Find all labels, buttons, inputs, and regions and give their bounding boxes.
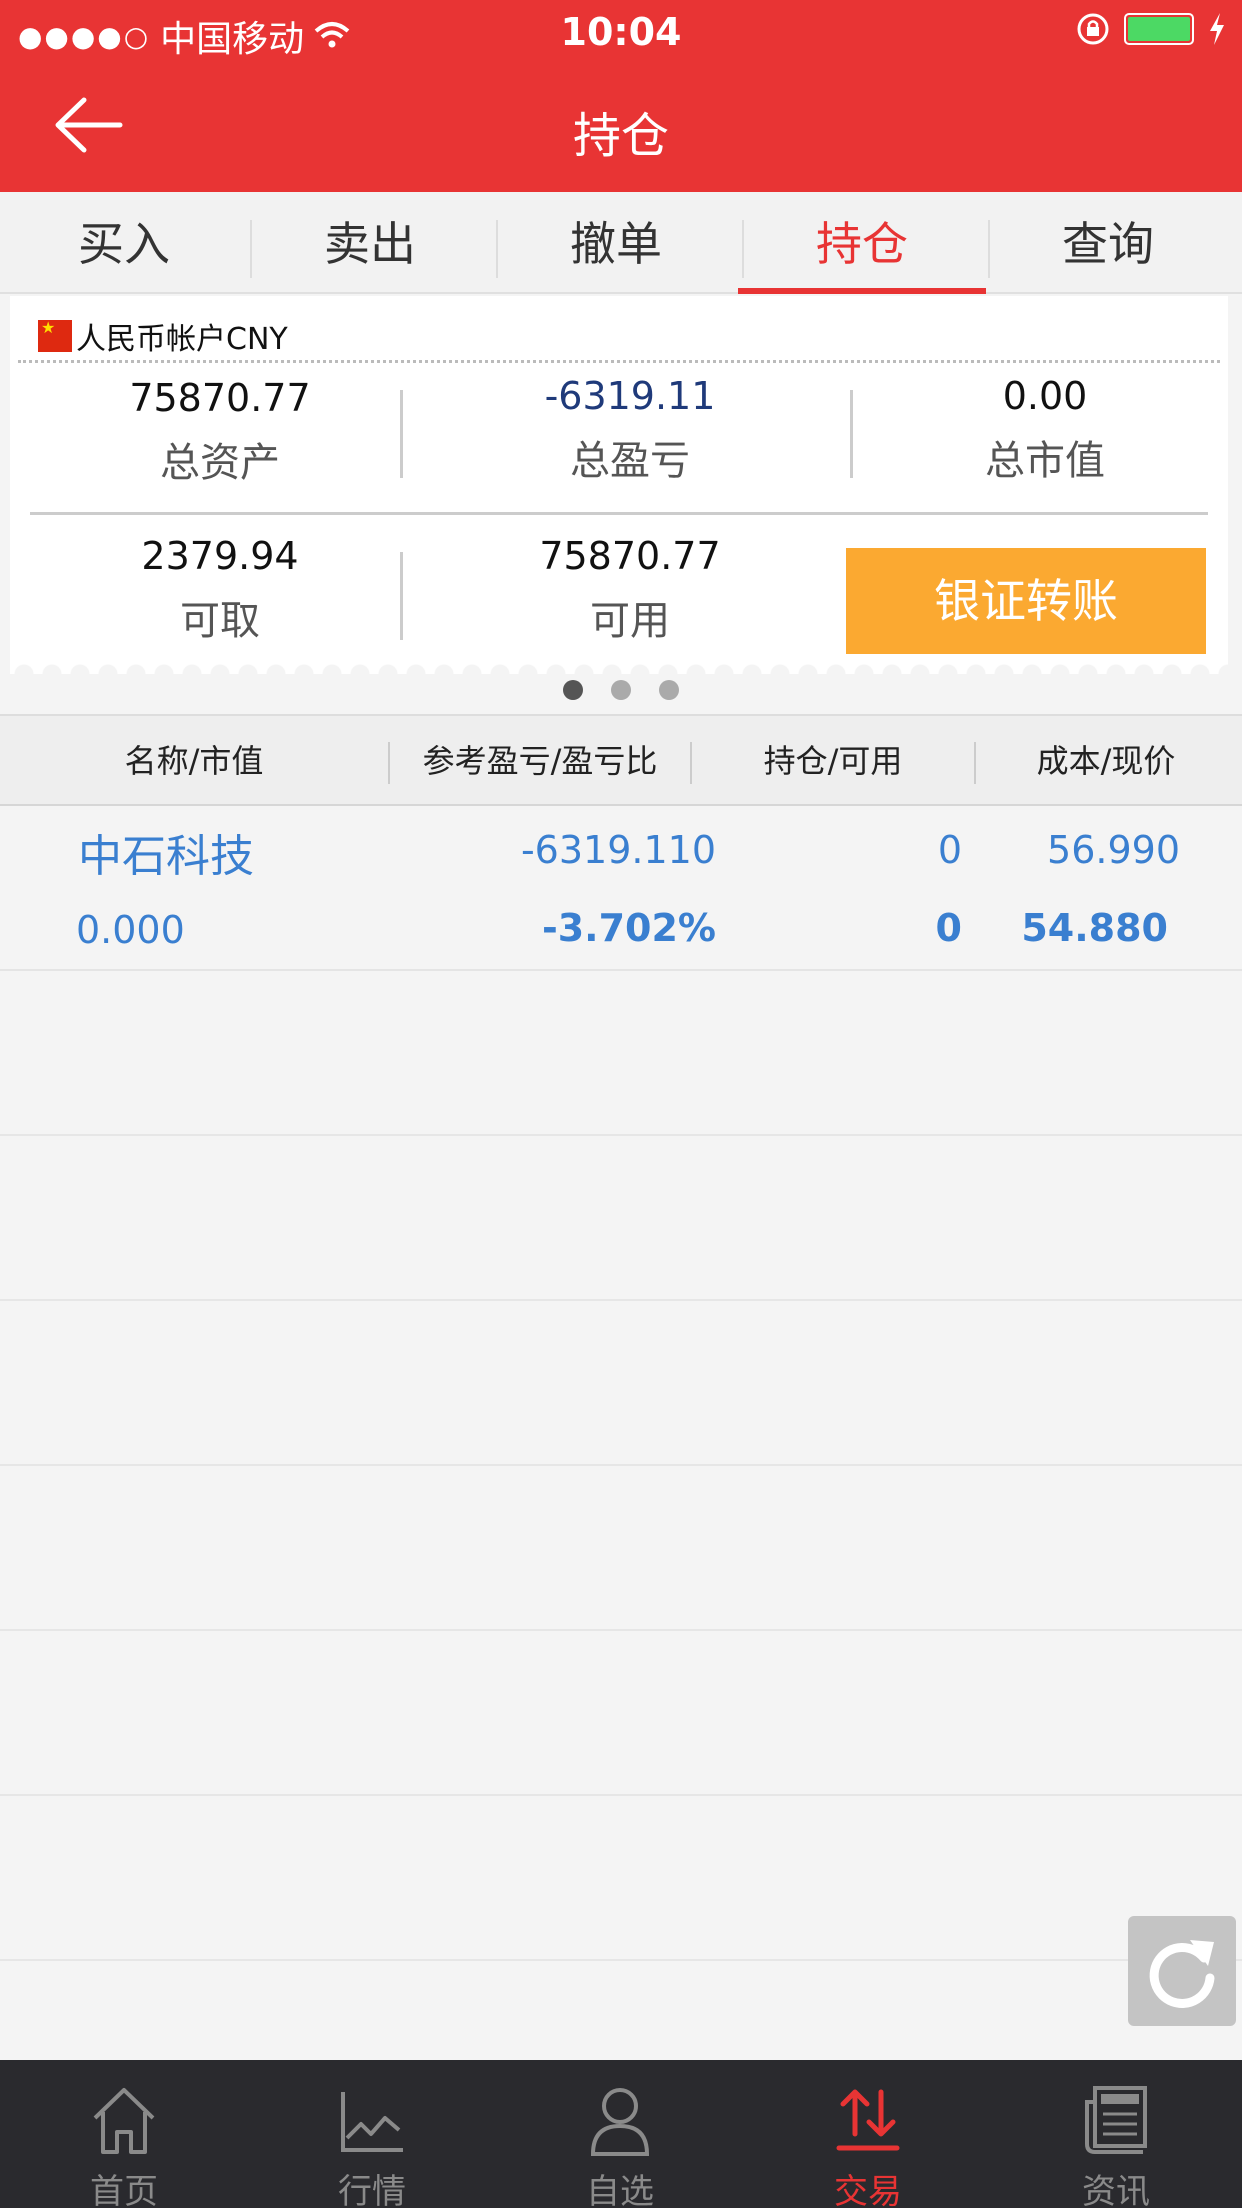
col-position-available: 持仓/可用 (763, 742, 903, 780)
status-time: 10:04 (560, 10, 682, 54)
total-pl-value: -6319.11 (544, 374, 716, 418)
nav-market-label: 行情 (338, 2172, 406, 2208)
col-pl-ratio: 参考盈亏/盈亏比 (422, 742, 658, 780)
refresh-icon (1149, 1940, 1215, 2008)
rotation-lock-icon (1077, 13, 1109, 45)
status-bar: ●●●●○ 中国移动 10:04 (0, 0, 1242, 62)
refresh-button[interactable] (1128, 1916, 1236, 2026)
stock-pl-ratio: -3.702% (541, 906, 716, 950)
home-icon (93, 2088, 155, 2154)
nav-trade[interactable]: 交易 (744, 2060, 992, 2208)
nav-market[interactable]: 行情 (248, 2060, 496, 2208)
chart-icon (341, 2092, 403, 2152)
stock-pl: -6319.110 (520, 828, 716, 872)
nav-home[interactable]: 首页 (0, 2060, 248, 2208)
empty-row (0, 1466, 1242, 1631)
bottom-nav: 首页 行情 自选 交易 资讯 (0, 2060, 1242, 2208)
market-value: 0.00 总市值 (890, 374, 1200, 486)
available-value: 75870.77 (539, 534, 721, 578)
metric-divider (400, 552, 403, 640)
news-icon (1085, 2086, 1147, 2154)
nav-bar: 持仓 (0, 62, 1242, 192)
total-pl: -6319.11 总盈亏 (460, 374, 800, 486)
nav-home-label: 首页 (90, 2172, 158, 2208)
total-assets-label: 总资产 (160, 440, 280, 486)
stock-available: 0 (935, 906, 962, 950)
nav-watchlist-label: 自选 (586, 2172, 654, 2208)
trade-tabs: 买入 卖出 撤单 持仓 查询 (0, 192, 1242, 294)
nav-news-label: 资讯 (1082, 2172, 1150, 2208)
tab-cancel[interactable]: 撤单 (492, 192, 740, 292)
horizontal-divider (30, 512, 1208, 515)
available: 75870.77 可用 (460, 534, 800, 646)
battery-icon (1124, 13, 1194, 45)
stock-name: 中石科技 (78, 831, 254, 882)
empty-row (0, 1796, 1242, 1961)
bank-transfer-button[interactable]: 银证转账 (846, 548, 1206, 654)
withdrawable: 2379.94 可取 (50, 534, 390, 646)
nav-trade-label: 交易 (834, 2172, 902, 2208)
stock-price: 54.880 (1021, 906, 1168, 950)
metric-divider (850, 390, 853, 478)
nav-watchlist[interactable]: 自选 (496, 2060, 744, 2208)
available-label: 可用 (590, 598, 670, 644)
market-value-label: 总市值 (985, 438, 1105, 484)
col-cost-price: 成本/现价 (1036, 742, 1176, 780)
page-dot[interactable] (659, 680, 679, 700)
status-right (1076, 12, 1226, 46)
empty-row (0, 971, 1242, 1136)
table-row[interactable]: 中石科技 0.000 -6319.110 -3.702% 0 0 56.990 … (0, 806, 1242, 971)
total-assets: 75870.77 总资产 (50, 376, 390, 488)
positions-table-header: 名称/市值 参考盈亏/盈亏比 持仓/可用 成本/现价 (0, 714, 1242, 806)
tab-positions[interactable]: 持仓 (738, 192, 986, 294)
metric-divider (400, 390, 403, 478)
col-name-value: 名称/市值 (124, 742, 264, 780)
dotted-divider (18, 360, 1220, 363)
china-flag-icon (38, 318, 72, 352)
total-assets-value: 75870.77 (129, 376, 311, 420)
nav-news[interactable]: 资讯 (992, 2060, 1240, 2208)
empty-row (0, 1631, 1242, 1796)
trade-icon (836, 2089, 900, 2151)
page-indicator (0, 680, 1242, 702)
tab-buy[interactable]: 买入 (0, 192, 248, 292)
empty-row (0, 1301, 1242, 1466)
page-dot[interactable] (611, 680, 631, 700)
page-dot[interactable] (563, 680, 583, 700)
stock-cost: 56.990 (1047, 828, 1180, 872)
tab-query[interactable]: 查询 (984, 192, 1232, 292)
stock-position: 0 (937, 828, 962, 872)
market-value-value: 0.00 (1002, 374, 1088, 418)
app-root: ●●●●○ 中国移动 10:04 持仓 买入 卖出 撤单 持仓 查询 ★ 人民币… (0, 0, 1242, 2208)
top-bar: ●●●●○ 中国移动 10:04 持仓 (0, 0, 1242, 192)
page-title: 持仓 (572, 108, 669, 164)
withdrawable-value: 2379.94 (141, 534, 299, 578)
account-name: 人民币帐户CNY (76, 322, 288, 357)
account-header: 人民币帐户CNY (38, 314, 288, 358)
charging-icon (1210, 13, 1224, 45)
account-card: 人民币帐户CNY 75870.77 总资产 -6319.11 总盈亏 0.00 … (10, 296, 1228, 684)
user-icon (590, 2088, 650, 2156)
withdrawable-label: 可取 (180, 598, 260, 644)
total-pl-label: 总盈亏 (570, 438, 690, 484)
tab-sell[interactable]: 卖出 (246, 192, 494, 292)
stock-market-value: 0.000 (76, 908, 185, 952)
empty-row (0, 1136, 1242, 1301)
